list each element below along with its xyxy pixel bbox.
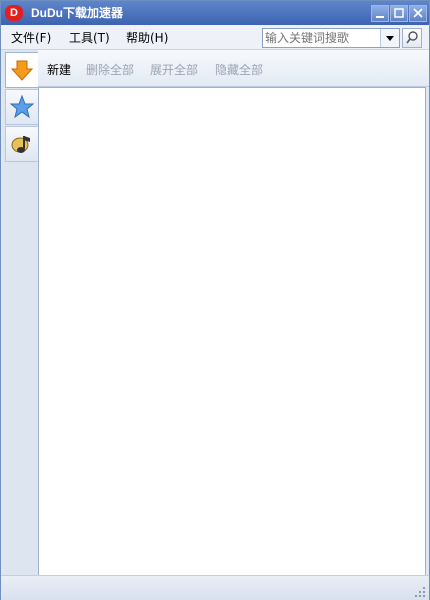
title-bar[interactable]: D DuDu下载加速器 <box>1 1 429 25</box>
menu-help[interactable]: 帮助(H) <box>126 29 168 46</box>
menu-file[interactable]: 文件(F) <box>11 29 51 46</box>
close-button[interactable] <box>409 5 427 22</box>
maximize-button[interactable] <box>390 5 408 22</box>
chevron-down-icon <box>386 36 394 41</box>
music-note-icon <box>11 136 30 153</box>
star-icon <box>9 94 35 119</box>
status-bar <box>1 575 429 600</box>
minimize-icon <box>376 16 384 18</box>
sidebar <box>3 50 39 575</box>
search-box <box>262 28 400 48</box>
app-window: D DuDu下载加速器 文件(F) 工具(T) 帮助(H) 输入关键词搜歌 新建… <box>0 0 430 600</box>
new-task-button[interactable]: 新建 <box>47 61 71 78</box>
search-dropdown-button[interactable] <box>380 29 399 47</box>
menu-tools[interactable]: 工具(T) <box>69 29 110 46</box>
sidebar-tab-music[interactable] <box>5 126 39 162</box>
download-arrow-icon <box>10 60 34 81</box>
close-icon <box>413 8 423 18</box>
minimize-button[interactable] <box>371 5 389 22</box>
sidebar-tab-favorites[interactable] <box>5 89 39 125</box>
search-button[interactable] <box>402 28 422 48</box>
delete-all-button[interactable]: 删除全部 <box>86 61 134 78</box>
sidebar-tab-downloads[interactable] <box>5 52 39 88</box>
hide-all-button[interactable]: 隐藏全部 <box>215 61 263 78</box>
maximize-icon <box>394 8 404 18</box>
search-icon <box>406 31 418 44</box>
resize-grip-icon[interactable] <box>414 586 426 598</box>
download-list-panel[interactable] <box>38 87 426 576</box>
toolbar: 新建 删除全部 展开全部 隐藏全部 <box>38 50 429 87</box>
search-input[interactable] <box>265 30 375 46</box>
expand-all-button[interactable]: 展开全部 <box>150 61 198 78</box>
app-logo-icon: D <box>5 5 23 21</box>
window-title: DuDu下载加速器 <box>31 6 123 20</box>
